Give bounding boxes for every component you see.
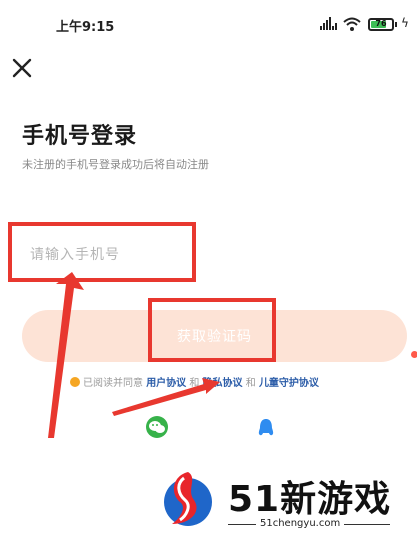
user-agreement-link[interactable]: 用户协议 [146,378,186,389]
qq-icon[interactable] [258,418,274,440]
child-protection-link[interactable]: 儿童守护协议 [259,378,319,389]
page-subtitle: 未注册的手机号登录成功后将自动注册 [22,158,209,171]
get-code-button-label: 获取验证码 [177,329,252,345]
battery-level: 76 [375,19,387,28]
signal-icon [320,17,337,30]
wifi-icon [343,17,361,31]
site-url: 51chengyu.com [256,518,345,529]
close-icon[interactable] [10,56,34,80]
red-dot [411,351,417,358]
get-code-button[interactable]: 获取验证码 [22,310,407,362]
status-bar: 上午9:15 76 ϟ [0,0,417,46]
privacy-agreement-link[interactable]: 隐私协议 [203,378,243,389]
site-logo [164,472,212,526]
charging-icon: ϟ [401,16,409,30]
agreement-line: 已阅读并同意 用户协议 和 隐私协议 和 儿童守护协议 [70,374,319,390]
page-title: 手机号登录 [22,124,138,149]
status-icons: 76 ϟ [320,16,412,34]
phone-placeholder: 请输入手机号 [30,247,120,263]
agreement-and-1: 和 [189,378,200,389]
wechat-icon[interactable] [146,416,168,438]
status-time: 上午9:15 [56,20,115,35]
battery-icon: 76 [368,18,394,31]
agree-checkbox[interactable] [70,377,80,387]
agreement-and-2: 和 [245,378,256,389]
site-name: 51新游戏 [228,479,392,520]
battery-cap [395,22,397,27]
wechat-glyph [149,421,165,433]
agreement-prefix: 已阅读并同意 [83,378,143,389]
